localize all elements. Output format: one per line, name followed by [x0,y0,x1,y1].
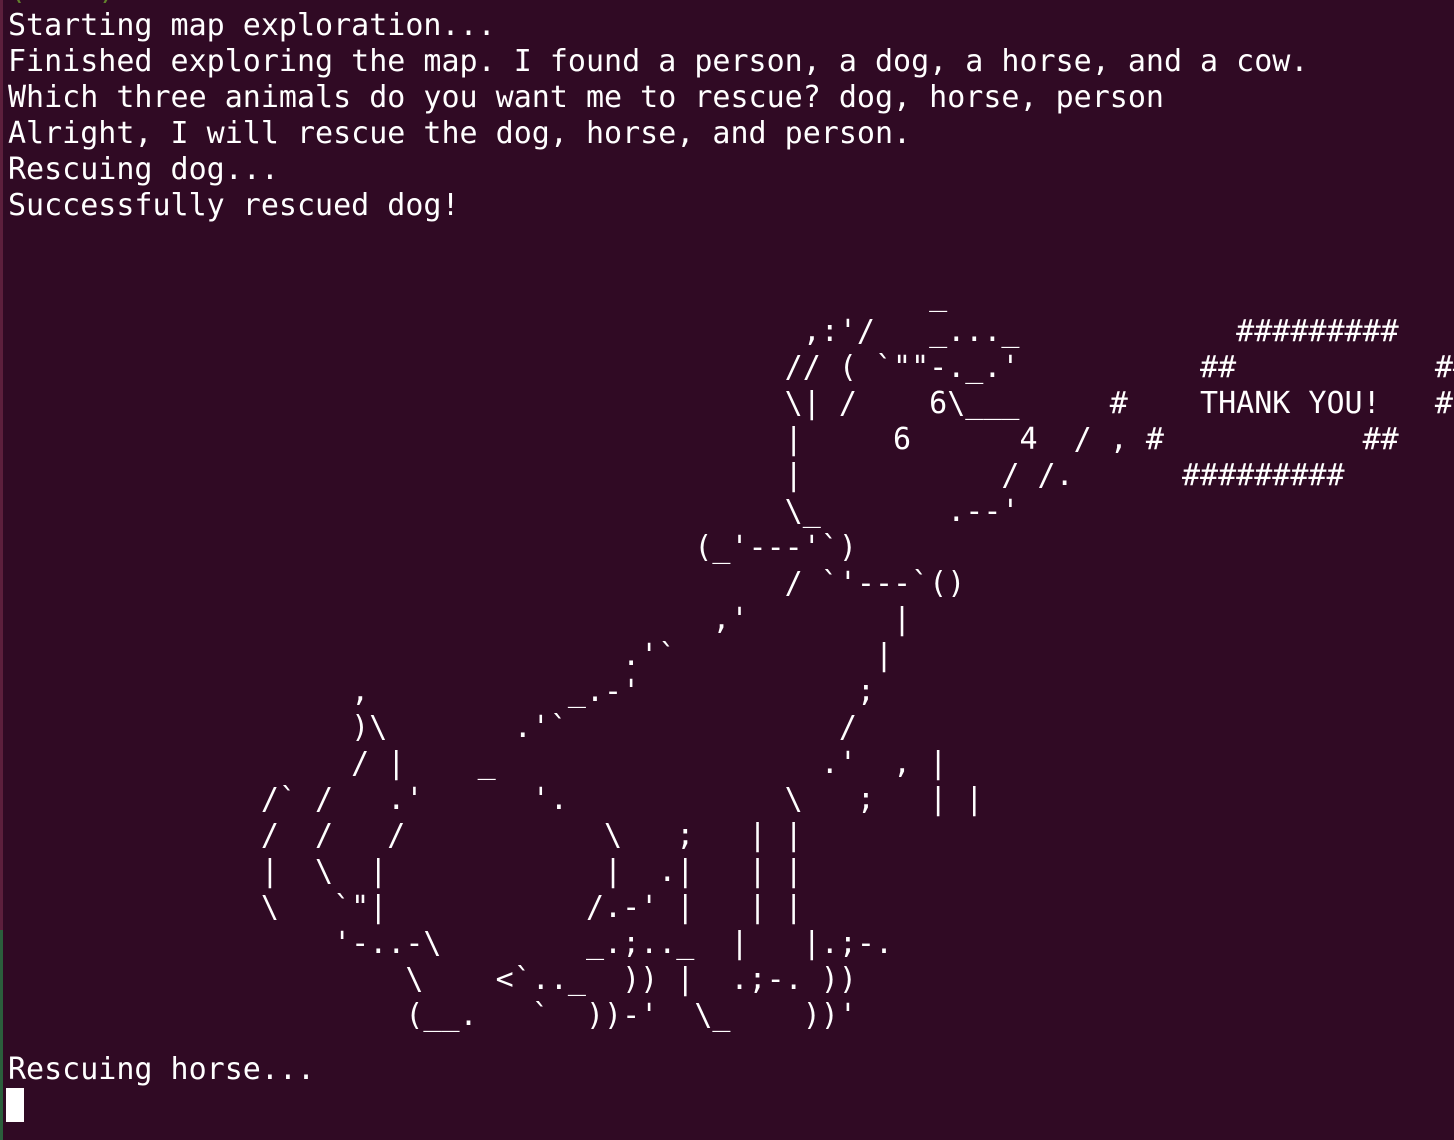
output-line-rescuing-horse: Rescuing horse... [8,1052,316,1087]
window-left-border [0,0,3,930]
partial-prompt-line: (venv) ~ rescue [8,0,279,8]
output-line: Which three animals do you want me to re… [8,80,1164,115]
output-line: Finished exploring the map. I found a pe… [8,44,1309,79]
window-left-border-lower [0,930,3,1140]
output-line: Starting map exploration... [8,8,496,43]
text-cursor [6,1088,24,1122]
output-line: Alright, I will rescue the dog, horse, a… [8,116,912,151]
ascii-art-dog-thank-you: _ ,:'/ _..._ ######### // ( `""-._.' ## … [260,278,1454,1033]
output-line: Rescuing dog... [8,152,279,187]
output-line: Successfully rescued dog! [8,188,460,223]
terminal-window[interactable]: (venv) ~ rescue Starting map exploration… [0,0,1454,1140]
